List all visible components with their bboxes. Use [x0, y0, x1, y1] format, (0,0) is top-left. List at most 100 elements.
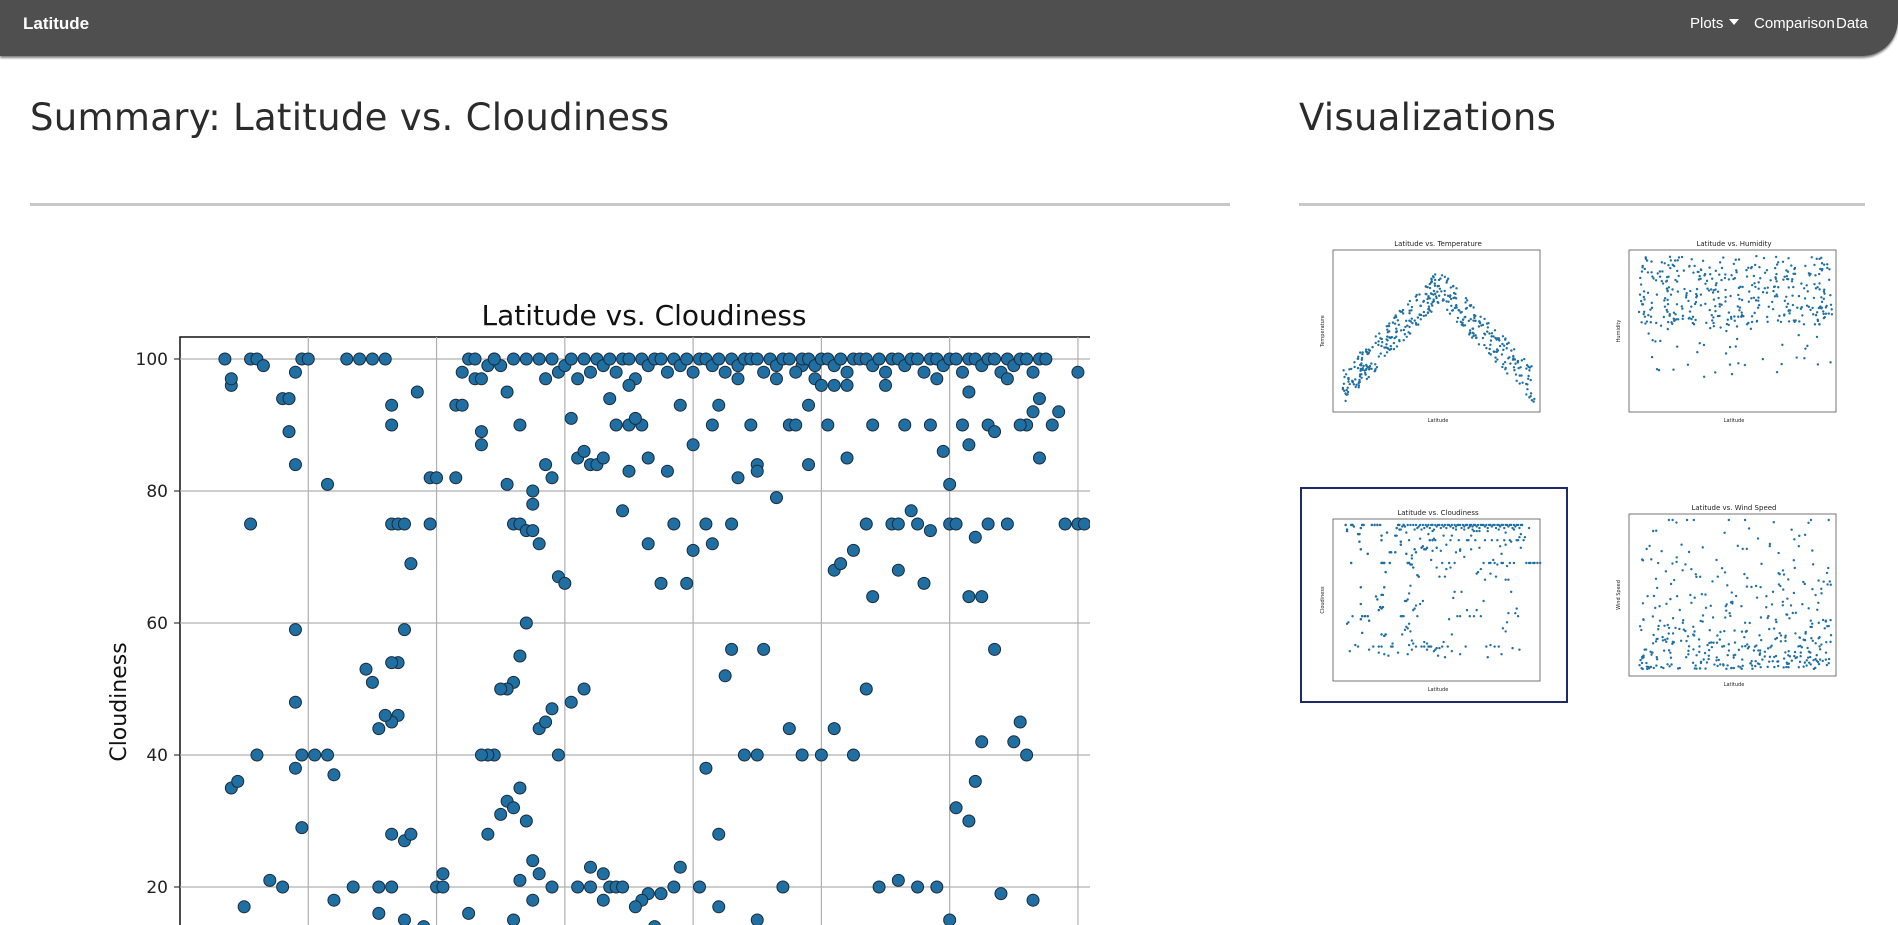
data-point	[673, 860, 687, 874]
thumbnail-point	[1504, 368, 1507, 371]
data-point	[474, 438, 488, 452]
thumbnail-wind-speed[interactable]: Latitude vs. Wind Speed Latitude Wind Sp…	[1614, 500, 1844, 690]
thumbnail-point	[1817, 601, 1820, 604]
thumbnail-point	[1687, 299, 1690, 303]
thumbnail-point	[1389, 347, 1393, 351]
thumbnail-point	[1693, 596, 1696, 599]
thumbnail-point	[1445, 300, 1448, 303]
thumbnail-point	[1468, 615, 1471, 618]
thumbnail-point	[1645, 547, 1648, 551]
thumbnail-point	[1814, 274, 1817, 277]
thumbnail-point	[1449, 566, 1452, 569]
data-point	[648, 920, 661, 925]
thumbnail-point	[1804, 632, 1807, 635]
thumbnail-point	[1489, 343, 1492, 346]
thumbnail-point	[1346, 386, 1349, 390]
data-point	[827, 378, 841, 392]
thumbnail-point	[1483, 333, 1487, 336]
nav-data[interactable]: Data	[1836, 15, 1868, 32]
nav-comparison[interactable]: Comparison	[1754, 15, 1835, 32]
thumbnail-point	[1452, 291, 1456, 295]
chart-title: Latitude vs. Cloudiness	[481, 299, 806, 332]
thumbnail-point	[1707, 654, 1711, 657]
thumbnail-point	[1659, 324, 1663, 327]
thumbnail-point	[1399, 540, 1403, 543]
thumbnail-point	[1380, 534, 1383, 537]
thumbnail-point	[1730, 591, 1733, 594]
data-point	[494, 807, 508, 821]
thumbnail-point	[1770, 300, 1774, 304]
thumbnail-point	[1715, 558, 1718, 562]
thumbnail-point	[1814, 287, 1818, 290]
thumbnail-point	[1753, 282, 1756, 285]
thumbnail-point	[1809, 619, 1812, 622]
thumbnail-point	[1500, 552, 1503, 556]
brand-link[interactable]: Latitude	[23, 14, 89, 34]
y-tick-label: 20	[146, 878, 168, 898]
data-point	[410, 385, 424, 399]
data-point	[526, 524, 540, 538]
thumbnail-point	[1802, 287, 1806, 290]
thumbnail-point	[1709, 273, 1712, 276]
thumbnail-point	[1437, 294, 1441, 297]
nav-plots-dropdown[interactable]: Plots	[1690, 15, 1740, 32]
thumbnail-point	[1384, 633, 1387, 636]
thumbnail-point	[1638, 664, 1641, 667]
data-point	[750, 352, 764, 366]
thumbnail-point	[1776, 295, 1779, 298]
thumbnail-point	[1439, 526, 1443, 530]
thumbnail-humidity[interactable]: Latitude vs. Humidity Latitude Humidity	[1614, 236, 1844, 426]
thumbnail-point	[1377, 340, 1380, 343]
thumbnail-point	[1790, 280, 1794, 283]
data-point	[622, 352, 636, 366]
thumbnail-point	[1434, 295, 1438, 298]
thumbnail-point	[1460, 590, 1463, 594]
thumbnail-temperature[interactable]: Latitude vs. Temperature Latitude Temper…	[1318, 236, 1548, 426]
thumbnail-point	[1821, 267, 1824, 271]
thumbnail-point	[1374, 341, 1377, 345]
thumbnail-point	[1692, 625, 1695, 629]
thumbnail-point	[1455, 303, 1458, 307]
data-point	[917, 365, 931, 379]
thumbnail-point	[1383, 653, 1386, 656]
data-point	[276, 880, 290, 894]
thumbnail-point	[1406, 303, 1410, 306]
thumbnail-point	[1683, 287, 1686, 291]
thumbnail-point	[1816, 660, 1820, 664]
thumbnail-point	[1460, 310, 1463, 314]
thumbnail-point	[1386, 347, 1390, 350]
thumbnail-point	[1489, 572, 1492, 575]
thumbnail-point	[1715, 659, 1718, 662]
thumbnail-point	[1410, 317, 1413, 320]
data-point	[968, 774, 982, 788]
thumbnail-point	[1675, 521, 1678, 524]
thumbnail-point	[1449, 286, 1453, 289]
thumbnail-point	[1701, 614, 1705, 617]
thumbnail-cloudiness-frame[interactable]: Latitude vs. Cloudiness Latitude Cloudin…	[1300, 487, 1568, 703]
thumbnail-point	[1475, 529, 1478, 533]
data-point	[988, 642, 1002, 656]
thumbnail-point	[1793, 538, 1796, 541]
thumbnail-point	[1637, 310, 1641, 314]
thumbnail-point	[1497, 528, 1500, 531]
thumbnail-point	[1692, 323, 1696, 326]
thumbnail-point	[1781, 569, 1785, 572]
thumbnail-point	[1344, 399, 1347, 403]
thumbnail-point	[1702, 375, 1706, 378]
thumbnail-point	[1477, 325, 1481, 328]
thumbnail-point	[1650, 271, 1653, 274]
thumbnail-point	[1341, 387, 1345, 391]
thumbnail-point	[1486, 326, 1490, 329]
thumbnail-point	[1345, 393, 1348, 396]
thumbnail-point	[1825, 640, 1828, 644]
thumbnail-point	[1687, 317, 1691, 320]
thumbnail-point	[1378, 332, 1381, 335]
thumbnail-point	[1442, 534, 1445, 537]
thumbnail-point	[1817, 621, 1820, 625]
thumbnail-point	[1829, 361, 1832, 364]
thumbnail-point	[1675, 556, 1678, 559]
thumbnail-point	[1640, 667, 1643, 670]
thumbnail-point	[1801, 314, 1804, 317]
thumbnail-point	[1504, 630, 1507, 633]
thumbnail-point	[1704, 282, 1707, 285]
